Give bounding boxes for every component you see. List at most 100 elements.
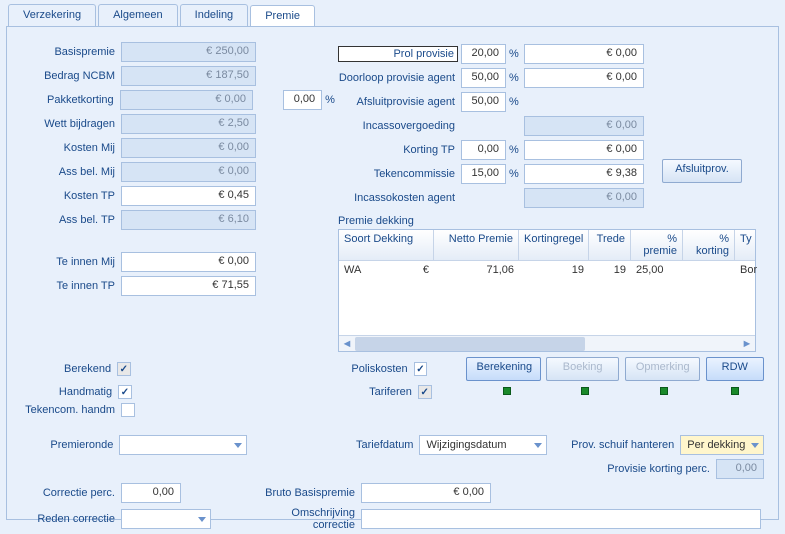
- pct-tekencommissie: %: [506, 168, 520, 180]
- th-ty[interactable]: Ty: [735, 230, 755, 260]
- section-middle: Berekend Poliskosten Berekening Boeking …: [21, 357, 764, 479]
- label-prol-provisie: Prol provisie: [338, 46, 458, 62]
- premie-dekking-table[interactable]: Soort Dekking Netto Premie Kortingregel …: [338, 229, 756, 352]
- dropdown-prov-schuif-value: Per dekking: [687, 439, 745, 451]
- label-bedrag-ncbm: Bedrag NCBM: [21, 70, 121, 82]
- label-doorloop: Doorloop provisie agent: [338, 72, 461, 84]
- val-wett: € 2,50: [121, 114, 256, 134]
- scroll-thumb[interactable]: [355, 337, 585, 351]
- label-tekencommissie: Tekencommissie: [338, 168, 461, 180]
- th-soort[interactable]: Soort Dekking: [339, 230, 434, 260]
- table-row[interactable]: WA € 71,06 19 19 25,00 Bor: [339, 261, 755, 279]
- right-column: Afsluitprov.: [662, 41, 777, 183]
- label-korting-tp: Korting TP: [338, 144, 461, 156]
- status-icon-rdw: [731, 387, 739, 395]
- checkbox-poliskosten[interactable]: [414, 362, 428, 376]
- afsluitprov-button[interactable]: Afsluitprov.: [662, 159, 742, 183]
- pct-doorloop: %: [506, 72, 520, 84]
- label-afsluit: Afsluitprovisie agent: [338, 96, 461, 108]
- val-ass-bel-tp: € 6,10: [121, 210, 256, 230]
- dropdown-premieronde[interactable]: [119, 435, 247, 455]
- td-trede: 19: [589, 264, 631, 276]
- input-korting-tp[interactable]: 0,00: [461, 140, 506, 160]
- label-basispremie: Basispremie: [21, 46, 121, 58]
- label-incasso-verg: Incassovergoeding: [338, 120, 461, 132]
- input-pakketkorting-pct[interactable]: 0,00: [283, 90, 323, 110]
- th-netto[interactable]: Netto Premie: [434, 230, 519, 260]
- tab-indeling[interactable]: Indeling: [180, 4, 249, 26]
- amt-prol[interactable]: € 0,00: [524, 44, 644, 64]
- berekening-button[interactable]: Berekening: [466, 357, 541, 381]
- status-icon-boeking: [581, 387, 589, 395]
- status-icon-berekening: [503, 387, 511, 395]
- label-te-innen-tp: Te innen TP: [21, 280, 121, 292]
- checkbox-tekencom-handm[interactable]: [121, 403, 135, 417]
- dropdown-tariefdatum-value: Wijzigingsdatum: [426, 439, 506, 451]
- pct-afsluit: %: [506, 96, 520, 108]
- tab-premie[interactable]: Premie: [250, 5, 315, 27]
- label-omschrijving-correctie: Omschrijving correctie: [251, 507, 361, 531]
- premie-panel: Basispremie€ 250,00 Bedrag NCBM€ 187,50 …: [6, 26, 779, 520]
- amt-tekencommissie[interactable]: € 9,38: [524, 164, 644, 184]
- label-kosten-tp: Kosten TP: [21, 190, 121, 202]
- input-correctie-perc[interactable]: 0,00: [121, 483, 181, 503]
- td-netto: 71,06: [434, 264, 519, 276]
- dropdown-tariefdatum[interactable]: Wijzigingsdatum: [419, 435, 547, 455]
- th-pct-korting[interactable]: % korting: [683, 230, 735, 260]
- label-tekencom-handm: Tekencom. handm: [21, 404, 121, 416]
- th-kortingregel[interactable]: Kortingregel: [519, 230, 589, 260]
- td-soort: WA: [339, 264, 399, 276]
- boeking-button: Boeking: [546, 357, 619, 381]
- input-kosten-tp[interactable]: € 0,45: [121, 186, 256, 206]
- val-kosten-mij: € 0,00: [121, 138, 256, 158]
- label-ass-bel-mij: Ass bel. Mij: [21, 166, 121, 178]
- val-ass-bel-mij: € 0,00: [121, 162, 256, 182]
- label-pakketkorting: Pakketkorting: [21, 94, 120, 106]
- label-premieronde: Premieronde: [21, 439, 119, 451]
- input-te-innen-mij[interactable]: € 0,00: [121, 252, 256, 272]
- input-doorloop[interactable]: 50,00: [461, 68, 506, 88]
- label-tariferen: Tariferen: [350, 386, 418, 398]
- label-berekend: Berekend: [21, 363, 117, 375]
- label-reden-correctie: Reden correctie: [21, 513, 121, 525]
- chevron-down-icon: [234, 443, 242, 448]
- scroll-track[interactable]: [355, 337, 739, 351]
- input-tekencommissie[interactable]: 15,00: [461, 164, 506, 184]
- chevron-down-icon: [751, 443, 759, 448]
- tab-verzekering[interactable]: Verzekering: [8, 4, 96, 26]
- checkbox-handmatig[interactable]: [118, 385, 132, 399]
- amt-incasso-verg: € 0,00: [524, 116, 644, 136]
- label-prov-schuif: Prov. schuif hanteren: [567, 439, 680, 451]
- input-te-innen-tp[interactable]: € 71,55: [121, 276, 256, 296]
- td-pct-korting: [683, 264, 735, 276]
- chevron-down-icon: [198, 517, 206, 522]
- label-tariefdatum: Tariefdatum: [351, 439, 420, 451]
- tab-algemeen[interactable]: Algemeen: [98, 4, 178, 26]
- td-pct-premie: 25,00: [631, 264, 683, 276]
- rdw-button[interactable]: RDW: [706, 357, 764, 381]
- amt-doorloop[interactable]: € 0,00: [524, 68, 644, 88]
- label-ass-bel-tp: Ass bel. TP: [21, 214, 121, 226]
- input-bruto-basispremie[interactable]: € 0,00: [361, 483, 491, 503]
- status-icon-opmerking: [660, 387, 668, 395]
- left-column: Basispremie€ 250,00 Bedrag NCBM€ 187,50 …: [21, 41, 336, 299]
- th-trede[interactable]: Trede: [589, 230, 631, 260]
- dropdown-prov-schuif[interactable]: Per dekking: [680, 435, 764, 455]
- pct-prol: %: [506, 48, 520, 60]
- scroll-left-icon[interactable]: ◄: [339, 337, 355, 351]
- scroll-right-icon[interactable]: ►: [739, 337, 755, 351]
- input-prol[interactable]: 20,00: [461, 44, 506, 64]
- table-header: Soort Dekking Netto Premie Kortingregel …: [339, 230, 755, 261]
- label-prov-korting-perc: Provisie korting perc.: [576, 463, 716, 475]
- amt-incassokosten: € 0,00: [524, 188, 644, 208]
- td-kort: 19: [519, 264, 589, 276]
- input-afsluit[interactable]: 50,00: [461, 92, 506, 112]
- input-omschrijving-correctie[interactable]: [361, 509, 761, 529]
- amt-korting-tp[interactable]: € 0,00: [524, 140, 644, 160]
- label-te-innen-mij: Te innen Mij: [21, 256, 121, 268]
- table-hscroll[interactable]: ◄ ►: [339, 335, 755, 351]
- val-pakketkorting: € 0,00: [120, 90, 253, 110]
- val-basispremie: € 250,00: [121, 42, 256, 62]
- dropdown-reden-correctie[interactable]: [121, 509, 211, 529]
- th-pct-premie[interactable]: % premie: [631, 230, 683, 260]
